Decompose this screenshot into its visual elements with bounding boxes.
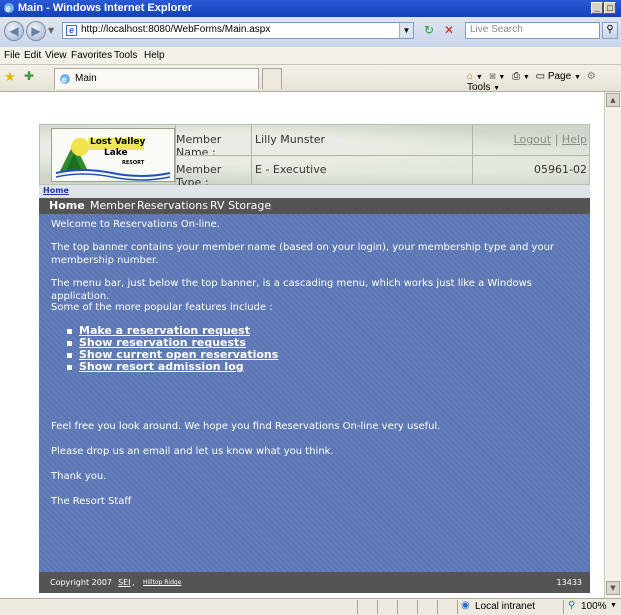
menu-edit[interactable]: Edit [24,50,41,61]
signature-text: The Resort Staff [51,496,132,507]
svg-text:e: e [6,4,11,14]
tab-bar: ★ ✚ e Main ⌂ ▼ ◙ ▼ ⎙ ▼ ▭ Page ▼ ⚙ Tools … [0,65,621,93]
page-menu-icon: ▭ [535,71,546,82]
feeds-icon[interactable]: ◙ [490,71,496,82]
favorites-star-icon[interactable]: ★ [4,69,16,85]
bullet-icon [67,365,72,370]
zoom-dropdown-icon[interactable]: ▼ [610,602,617,609]
page-container: Lost Valley Lake RESORT Member Name : Li… [39,124,590,593]
back-button[interactable]: ◀ [4,21,24,41]
new-tab-button[interactable] [262,68,282,89]
ie-page-icon: e [60,74,70,85]
address-toolbar: ◀ ▶ ▼ e http://localhost:8080/WebForms/M… [0,17,621,47]
print-icon[interactable]: ⎙ [512,71,520,82]
page-footer: Copyright 2007 SEI , Hilltop Ridge 13433 [39,572,590,593]
zoom-level[interactable]: 100% [581,601,607,612]
menu-favorites[interactable]: Favorites [71,50,112,61]
maximize-button[interactable]: □ [604,2,616,14]
member-name-label-cell: Member Name : [175,125,251,159]
scroll-up-icon[interactable]: ▲ [606,93,620,107]
home-icon[interactable]: ⌂ [467,71,473,82]
intranet-zone-icon: ◉ [461,600,470,611]
forward-arrow-icon: ▶ [31,24,41,38]
member-number: 05961-02 [534,163,587,176]
logo-text-line1: Lost Valley [90,137,146,147]
add-favorite-icon[interactable]: ✚ [24,69,34,83]
breadcrumb: Home [39,185,590,198]
menu-item-rv-storage[interactable]: RV Storage [210,199,271,212]
sei-link[interactable]: SEI [118,578,131,587]
logout-link[interactable]: Logout [514,133,552,146]
bullet-icon [67,329,72,334]
breadcrumb-home-link[interactable]: Home [43,186,69,195]
hit-counter: 13433 [556,578,582,587]
menu-item-home[interactable]: Home [49,199,85,212]
member-type-label-cell: Member Type : [175,156,251,189]
address-url: http://localhost:8080/WebForms/Main.aspx [81,24,271,35]
menu-view[interactable]: View [45,50,67,61]
refresh-icon[interactable]: ↻ [420,22,438,39]
show-admission-log-link[interactable]: Show resort admission log [79,360,244,373]
menu-tools[interactable]: Tools [114,50,137,61]
bullet-icon [67,341,72,346]
search-button[interactable]: ⚲ [602,22,618,39]
address-field[interactable]: e http://localhost:8080/WebForms/Main.as… [62,22,414,39]
security-zone[interactable]: Local intranet [475,601,535,612]
resort-logo: Lost Valley Lake RESORT [51,128,175,182]
svg-text:e: e [62,75,67,85]
closing-text-2: Please drop us an email and let us know … [51,446,334,457]
bullet-icon [67,353,72,358]
features-intro: Some of the more popular features includ… [51,302,273,313]
menu-bar: File Edit View Favorites Tools Help [0,47,621,65]
menu-file[interactable]: File [4,50,20,61]
back-arrow-icon: ◀ [9,24,19,38]
banner-description: The top banner contains your member name… [51,242,555,266]
window-title-bar[interactable]: e Main - Windows Internet Explorer _ □ [0,0,621,17]
minimize-button[interactable]: _ [591,2,603,14]
status-bar: ◉ Local intranet ⚲ 100% ▼ [0,598,621,615]
help-link[interactable]: Help [562,133,587,146]
member-name-cell: Lilly Munster [251,125,472,155]
copyright-text: Copyright 2007 [50,578,112,587]
closing-text-1: Feel free you look around. We hope you f… [51,421,441,432]
menu-item-reservations[interactable]: Reservations [137,199,208,212]
menu-help[interactable]: Help [144,50,165,61]
member-number-cell: 05961-02 [472,156,589,184]
thank-you-text: Thank you. [51,471,107,482]
top-banner: Lost Valley Lake RESORT Member Name : Li… [39,124,590,189]
forward-button[interactable]: ▶ [26,21,46,41]
tools-gear-icon: ⚙ [586,71,596,82]
tab-label: Main [75,73,97,84]
link-separator: | [554,133,559,146]
command-bar: ⌂ ▼ ◙ ▼ ⎙ ▼ ▭ Page ▼ ⚙ Tools ▼ [467,71,596,93]
internet-explorer-icon: e [4,3,14,14]
menu-description: The menu bar, just below the top banner,… [51,278,533,302]
stop-icon[interactable]: ✕ [440,22,458,39]
site-menu-bar: Home Member Reservations RV Storage [39,198,590,214]
account-links-cell: Logout | Help [472,125,589,155]
zoom-icon: ⚲ [568,600,576,611]
account-links: Logout | Help [514,133,587,146]
vertical-scrollbar[interactable]: ▲ ▼ [604,92,621,598]
member-type-cell: E - Executive [251,156,472,184]
window-title: Main - Windows Internet Explorer [18,2,193,14]
search-icon: ⚲ [606,24,614,35]
logo-text-line2: Lake [104,148,128,158]
welcome-text: Welcome to Reservations On-line. [51,219,220,230]
menu-item-member[interactable]: Member [90,199,135,212]
logo-text-line3: RESORT [122,160,145,166]
page-icon: e [66,25,77,36]
address-dropdown-icon[interactable]: ▼ [399,23,413,38]
member-type-value: E - Executive [255,163,327,176]
footer-separator: , [132,578,135,587]
hilltop-ridge-link[interactable]: Hilltop Ridge [143,579,181,586]
scroll-down-icon[interactable]: ▼ [606,581,620,595]
search-input[interactable]: Live Search [465,22,600,39]
tab-main[interactable]: e Main [54,68,259,89]
history-dropdown-icon[interactable]: ▼ [48,26,54,35]
member-name-value: Lilly Munster [255,133,326,146]
page-menu[interactable]: Page [548,71,571,82]
